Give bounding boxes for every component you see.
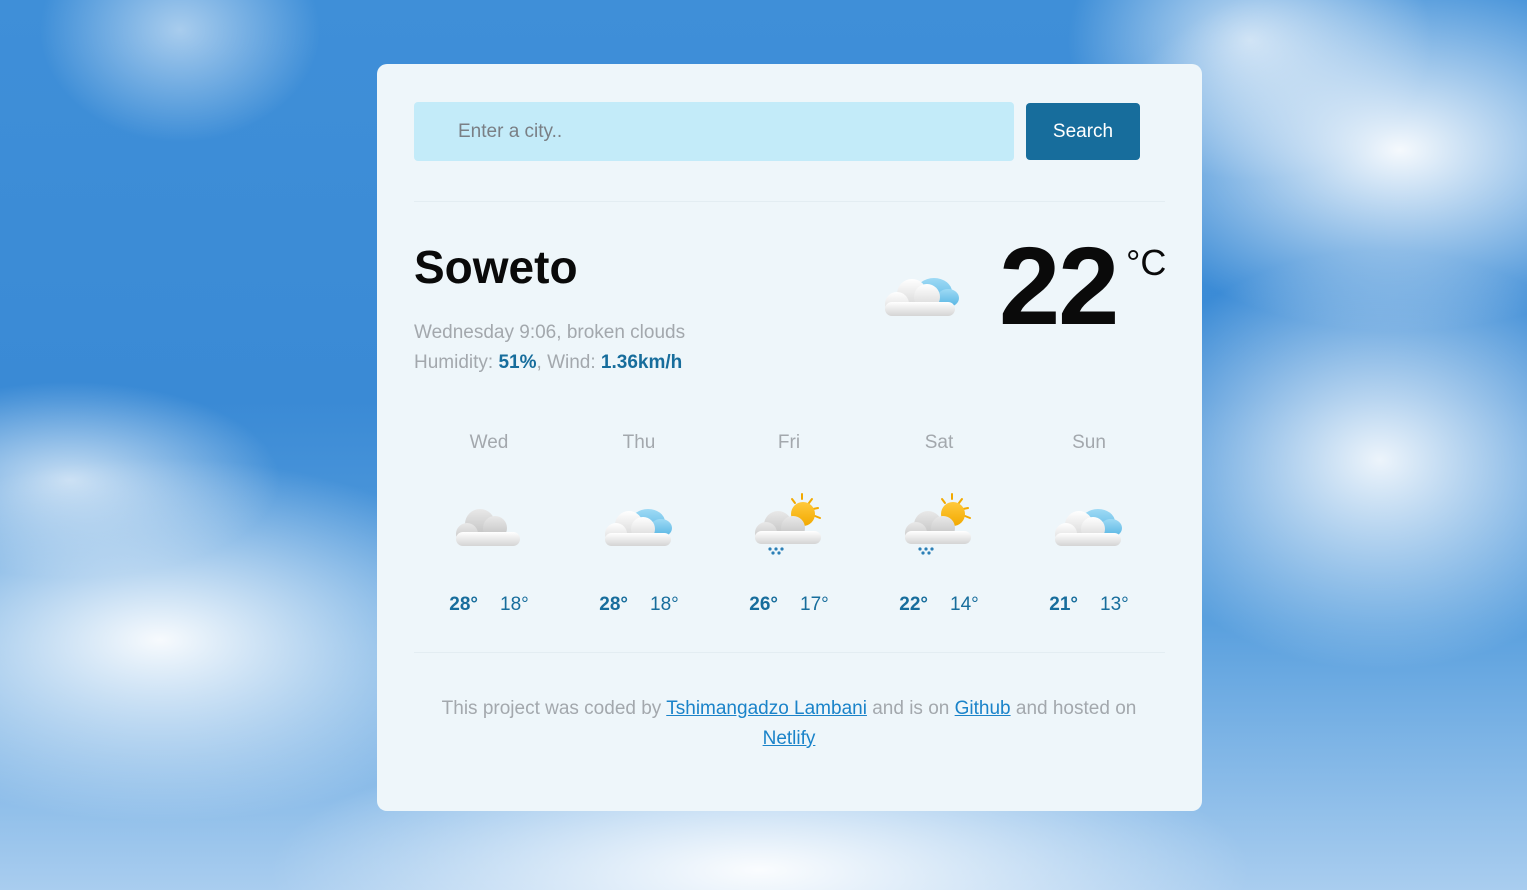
search-input[interactable] [414, 102, 1014, 161]
forecast-day: Sat 22° 14° [864, 432, 1014, 622]
netlify-link[interactable]: Netlify [763, 728, 816, 749]
broken-clouds-icon [885, 278, 959, 316]
forecast-day: Thu 28° 18° [564, 432, 714, 622]
footer-text: and is on [872, 698, 950, 719]
forecast-min-temp: 13° [1100, 594, 1129, 615]
author-link[interactable]: Tshimangadzo Lambani [666, 698, 867, 719]
forecast-temps: 28° 18° [564, 594, 714, 616]
forecast-max-temp: 21° [1049, 594, 1078, 615]
wind-value: 1.36km/h [600, 352, 683, 373]
few-clouds-icon [1055, 509, 1122, 546]
footer: This project was coded by Tshimangadzo L… [414, 694, 1164, 754]
forecast-temps: 28° 18° [414, 594, 564, 616]
broken-clouds-icon [456, 509, 520, 546]
forecast-temps: 22° 14° [864, 594, 1014, 616]
forecast-day: Sun 21° 13° [1014, 432, 1164, 622]
sun-rain-icon [905, 493, 971, 555]
forecast-temps: 21° 13° [1014, 594, 1164, 616]
footer-text: and hosted on [1015, 698, 1137, 719]
weather-card: Search Soweto Wednesday 9:06, broken clo… [377, 64, 1202, 811]
city-name: Soweto [414, 241, 578, 293]
weather-details: Wednesday 9:06, broken clouds Humidity: … [414, 318, 685, 378]
weather-description: broken clouds [566, 322, 686, 343]
humidity-label: Humidity: [414, 352, 494, 373]
humidity-wind-line: Humidity: 51%, Wind: 1.36km/h [414, 352, 683, 373]
forecast-day-name: Fri [777, 432, 801, 453]
github-link[interactable]: Github [955, 698, 1011, 719]
humidity-value: 51% [498, 352, 537, 373]
forecast-min-temp: 14° [950, 594, 979, 615]
divider [414, 201, 1165, 202]
forecast-day-name: Wed [469, 432, 509, 453]
forecast-max-temp: 22° [899, 594, 928, 615]
forecast-min-temp: 18° [500, 594, 529, 615]
forecast-max-temp: 28° [599, 594, 628, 615]
forecast-day: Wed 28° 18° [414, 432, 564, 622]
current-temperature: 22 [999, 225, 1119, 348]
forecast-day-name: Thu [622, 432, 656, 453]
forecast-min-temp: 17° [800, 594, 829, 615]
date-time: Wednesday 9:06 [414, 322, 557, 343]
forecast-day-name: Sun [1072, 432, 1106, 453]
date-description-line: Wednesday 9:06, broken clouds [414, 322, 686, 343]
forecast-day-name: Sat [924, 432, 954, 453]
forecast-temps: 26° 17° [714, 594, 864, 616]
divider [414, 652, 1165, 653]
forecast-max-temp: 26° [749, 594, 778, 615]
footer-text: This project was coded by [441, 698, 662, 719]
temperature-unit-celsius: °C [1126, 242, 1167, 283]
wind-label: Wind: [547, 352, 596, 373]
forecast: Wed 28° 18° Thu 28° 18° Fri 26° 17° Sat … [414, 432, 1164, 622]
search-button[interactable]: Search [1026, 103, 1140, 160]
forecast-max-temp: 28° [449, 594, 478, 615]
forecast-day: Fri 26° 17° [714, 432, 864, 622]
forecast-min-temp: 18° [650, 594, 679, 615]
sun-rain-icon [755, 493, 821, 555]
few-clouds-icon [605, 509, 672, 546]
